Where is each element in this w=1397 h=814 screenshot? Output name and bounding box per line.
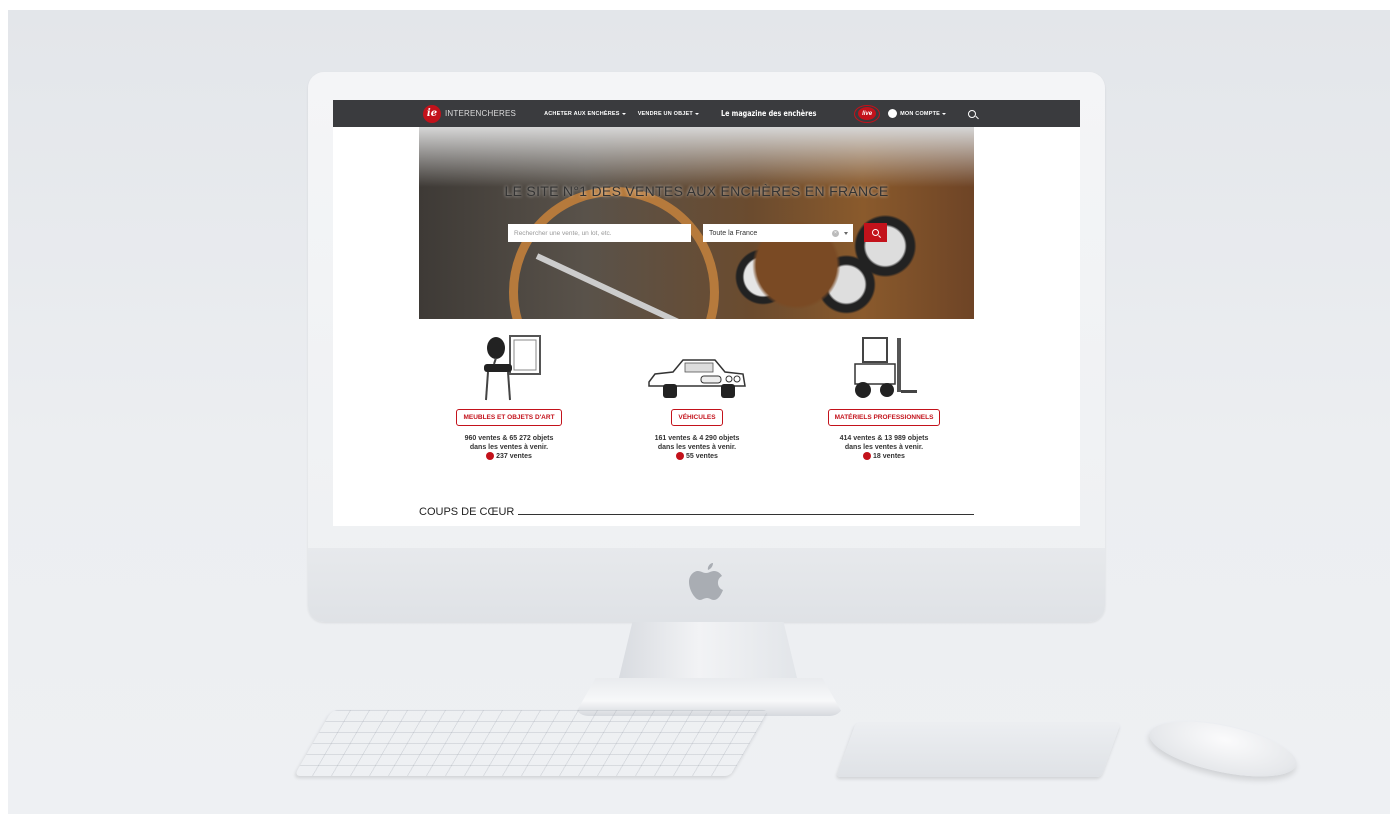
mouse xyxy=(1144,710,1302,788)
desk-scene: ie INTERENCHERES ACHETER AUX ENCHÈRES VE… xyxy=(8,10,1390,814)
section-divider xyxy=(518,513,974,515)
stats-line: 161 ventes & 4 290 objets xyxy=(654,435,740,442)
stats-line: dans les ventes à venir. xyxy=(657,444,737,451)
category-vehicules: VÉHICULES 161 ventes & 4 290 objets dans… xyxy=(607,332,787,461)
live-count: 55 ventes xyxy=(607,452,787,461)
car-illustration xyxy=(607,332,787,402)
location-select[interactable]: Toute la France × xyxy=(703,224,853,242)
live-dot-icon xyxy=(863,452,872,461)
search-icon xyxy=(872,229,879,236)
nav-vendre[interactable]: VENDRE UN OBJET xyxy=(638,111,699,117)
hero-title: LE SITE N°1 DES VENTES AUX ENCHÈRES EN F… xyxy=(504,183,889,199)
chair-frame-illustration xyxy=(419,332,599,402)
forklift-icon xyxy=(854,337,917,398)
hero-sky xyxy=(419,127,974,187)
chevron-down-icon xyxy=(694,112,699,115)
search-button[interactable] xyxy=(864,223,887,242)
live-dot-icon xyxy=(676,452,685,461)
nav-account-label: MON COMPTE xyxy=(900,110,940,117)
imac-screen: ie INTERENCHERES ACHETER AUX ENCHÈRES VE… xyxy=(333,100,1080,526)
logo-text[interactable]: INTERENCHERES xyxy=(445,109,516,118)
stats-line: 414 ventes & 13 989 objets xyxy=(839,435,929,442)
chair-icon xyxy=(484,335,541,401)
category-materiels: MATÉRIELS PROFESSIONNELS 414 ventes & 13… xyxy=(794,332,974,461)
search-input[interactable]: Rechercher une vente, un lot, etc. xyxy=(508,224,691,242)
clear-icon[interactable]: × xyxy=(832,229,839,237)
trackpad xyxy=(836,723,1121,777)
section-title: COUPS DE CŒUR xyxy=(419,506,515,518)
nav-vendre-label: VENDRE UN OBJET xyxy=(637,110,693,117)
search-icon[interactable] xyxy=(968,109,976,118)
coups-de-coeur-heading: COUPS DE CŒUR xyxy=(419,506,974,518)
live-dot-icon xyxy=(486,452,495,461)
live-button[interactable]: live xyxy=(854,104,881,123)
live-count: 237 ventes xyxy=(419,452,599,461)
live-count-text: 237 ventes xyxy=(496,453,532,460)
category-button-materiels[interactable]: MATÉRIELS PROFESSIONNELS xyxy=(827,409,941,426)
nav-magazine-link[interactable]: Le magazine des enchères xyxy=(721,109,816,118)
live-count-text: 18 ventes xyxy=(873,453,905,460)
stats-line: dans les ventes à venir. xyxy=(469,444,549,451)
imac-stand-neck xyxy=(618,622,798,682)
category-button-vehicules[interactable]: VÉHICULES xyxy=(671,409,723,426)
car-icon xyxy=(648,359,746,398)
category-meubles: MEUBLES ET OBJETS D'ART 960 ventes & 65 … xyxy=(419,332,599,461)
location-value: Toute la France xyxy=(709,229,758,237)
chevron-down-icon xyxy=(621,112,626,115)
category-stats: 161 ventes & 4 290 objets dans les vente… xyxy=(607,434,787,461)
nav-account[interactable]: MON COMPTE xyxy=(888,109,946,118)
stats-line: dans les ventes à venir. xyxy=(844,444,924,451)
chevron-down-icon xyxy=(942,112,946,115)
category-stats: 414 ventes & 13 989 objets dans les vent… xyxy=(794,434,974,461)
search-placeholder: Rechercher une vente, un lot, etc. xyxy=(514,229,612,237)
live-count-text: 55 ventes xyxy=(686,453,718,460)
chevron-down-icon[interactable] xyxy=(844,231,848,235)
live-label: live xyxy=(858,107,877,120)
stats-line: 960 ventes & 65 272 objets xyxy=(464,435,554,442)
forklift-illustration xyxy=(794,332,974,402)
keyboard xyxy=(293,710,770,776)
category-stats: 960 ventes & 65 272 objets dans les vent… xyxy=(419,434,599,461)
live-count: 18 ventes xyxy=(794,452,974,461)
category-grid: MEUBLES ET OBJETS D'ART 960 ventes & 65 … xyxy=(419,332,974,482)
apple-logo-icon xyxy=(689,563,723,600)
nav-acheter[interactable]: ACHETER AUX ENCHÈRES xyxy=(544,111,626,117)
user-icon xyxy=(888,109,898,118)
logo-icon[interactable]: ie xyxy=(423,104,441,123)
hero-banner: LE SITE N°1 DES VENTES AUX ENCHÈRES EN F… xyxy=(419,127,974,319)
nav-acheter-label: ACHETER AUX ENCHÈRES xyxy=(544,110,620,117)
top-navbar: ie INTERENCHERES ACHETER AUX ENCHÈRES VE… xyxy=(333,100,1080,127)
steering-wheel-image xyxy=(509,187,719,319)
category-button-meubles[interactable]: MEUBLES ET OBJETS D'ART xyxy=(456,409,562,426)
